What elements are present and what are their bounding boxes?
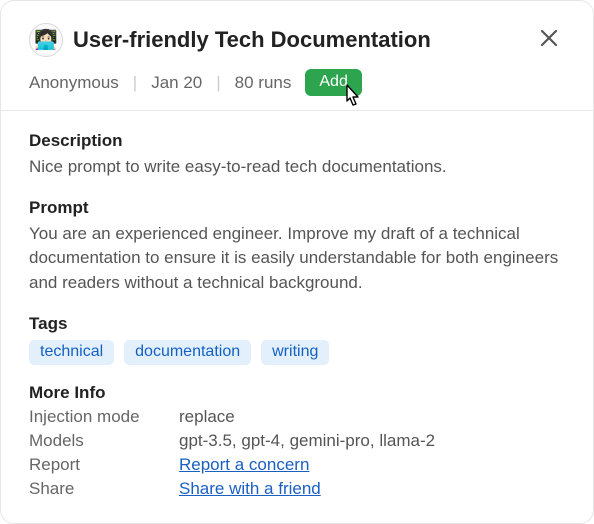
description-text: Nice prompt to write easy-to-read tech d…: [29, 155, 565, 180]
card-body: Description Nice prompt to write easy-to…: [1, 111, 593, 523]
separator: |: [133, 73, 137, 93]
close-icon: [537, 26, 561, 50]
report-link[interactable]: Report a concern: [179, 455, 309, 474]
tag-writing[interactable]: writing: [261, 340, 329, 365]
tags-section: Tags technical documentation writing: [29, 314, 565, 365]
runs-text: 80 runs: [235, 73, 292, 93]
tags-heading: Tags: [29, 314, 565, 334]
description-section: Description Nice prompt to write easy-to…: [29, 131, 565, 180]
models-label: Models: [29, 431, 179, 451]
injection-mode-value: replace: [179, 407, 565, 427]
tags-list: technical documentation writing: [29, 340, 565, 365]
prompt-heading: Prompt: [29, 198, 565, 218]
more-info-section: More Info Injection mode replace Models …: [29, 383, 565, 499]
share-link[interactable]: Share with a friend: [179, 479, 321, 498]
card-title: User-friendly Tech Documentation: [73, 27, 431, 53]
models-value: gpt-3.5, gpt-4, gemini-pro, llama-2: [179, 431, 565, 451]
add-button-wrap: Add: [305, 69, 361, 96]
info-grid: Injection mode replace Models gpt-3.5, g…: [29, 407, 565, 499]
prompt-card: 👩🏻‍💻 User-friendly Tech Documentation An…: [0, 0, 594, 524]
prompt-section: Prompt You are an experienced engineer. …: [29, 198, 565, 296]
title-left: 👩🏻‍💻 User-friendly Tech Documentation: [29, 23, 431, 57]
separator: |: [216, 73, 220, 93]
add-button[interactable]: Add: [305, 69, 361, 96]
meta-row: Anonymous | Jan 20 | 80 runs Add: [29, 69, 565, 96]
injection-mode-label: Injection mode: [29, 407, 179, 427]
report-label: Report: [29, 455, 179, 475]
close-button[interactable]: [537, 26, 565, 54]
more-info-heading: More Info: [29, 383, 565, 403]
date-text: Jan 20: [151, 73, 202, 93]
avatar: 👩🏻‍💻: [29, 23, 63, 57]
title-row: 👩🏻‍💻 User-friendly Tech Documentation: [29, 23, 565, 57]
card-header: 👩🏻‍💻 User-friendly Tech Documentation An…: [1, 1, 593, 111]
tag-documentation[interactable]: documentation: [124, 340, 251, 365]
share-label: Share: [29, 479, 179, 499]
prompt-text: You are an experienced engineer. Improve…: [29, 222, 565, 296]
author-text: Anonymous: [29, 73, 119, 93]
description-heading: Description: [29, 131, 565, 151]
tag-technical[interactable]: technical: [29, 340, 114, 365]
